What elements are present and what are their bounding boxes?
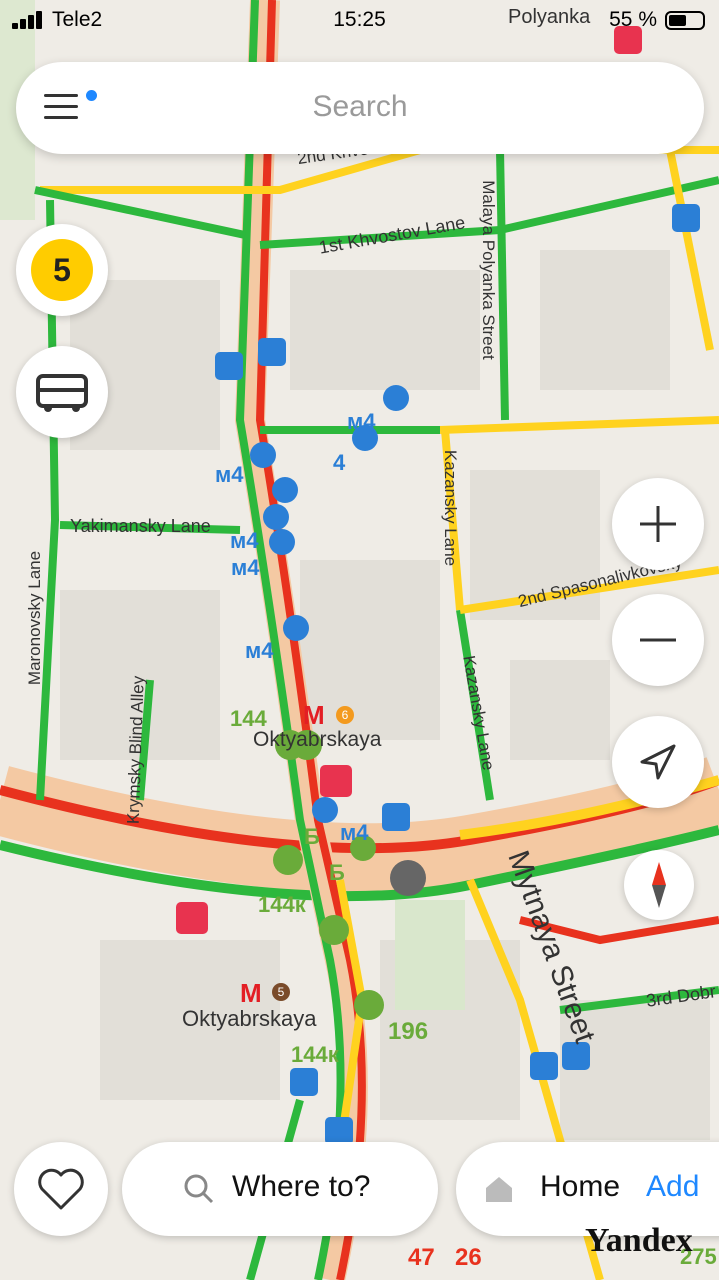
add-home-link[interactable]: Add — [646, 1170, 699, 1204]
favorites-button[interactable] — [14, 1142, 108, 1236]
transport-button[interactable] — [16, 346, 108, 438]
plus-icon — [640, 506, 676, 542]
battery-icon — [665, 11, 705, 30]
zoom-in-button[interactable] — [612, 478, 704, 570]
status-bar: Tele2 15:25 Polyanka 55 % — [0, 0, 719, 40]
search-icon — [184, 1174, 214, 1204]
search-input[interactable]: Search — [16, 90, 704, 124]
location-hint: Polyanka — [508, 6, 591, 28]
home-label: Home — [540, 1170, 621, 1203]
minus-icon — [640, 638, 676, 642]
navigation-arrow-icon — [640, 744, 676, 780]
where-to-button[interactable]: Where to? — [122, 1142, 438, 1236]
heart-icon — [38, 1168, 84, 1210]
traffic-level: 5 — [31, 239, 93, 301]
zoom-out-button[interactable] — [612, 594, 704, 686]
compass-icon — [652, 862, 666, 908]
battery-percent: 55 % — [609, 8, 657, 31]
where-to-label: Where to? — [232, 1170, 371, 1203]
compass-button[interactable] — [624, 850, 694, 920]
my-location-button[interactable] — [612, 716, 704, 808]
bus-icon — [36, 374, 88, 412]
traffic-button[interactable]: 5 — [16, 224, 108, 316]
yandex-logo: Yandex — [585, 1222, 693, 1259]
search-bar[interactable]: Search — [16, 62, 704, 154]
home-icon — [486, 1177, 512, 1202]
